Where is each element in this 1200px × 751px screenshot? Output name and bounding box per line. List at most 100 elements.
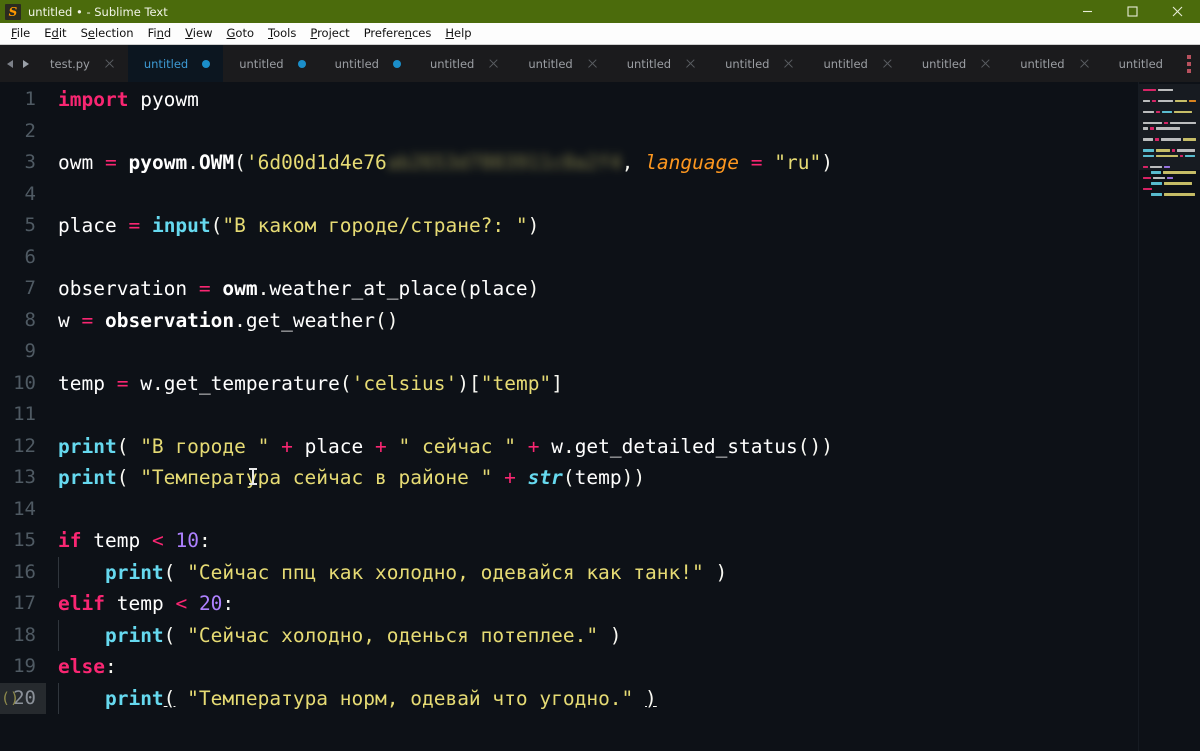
line-content[interactable]: place = input("В каком городе/стране?: "… <box>46 210 539 242</box>
indent-guide <box>58 556 59 588</box>
line-number: 1 <box>24 88 36 110</box>
tab-11[interactable]: untitled <box>1103 45 1178 82</box>
code-line[interactable]: 18 print( "Сейчас холодно, оденься потеп… <box>0 619 1138 651</box>
tab-label: untitled <box>143 56 189 71</box>
chevron-left-icon[interactable] <box>6 45 15 82</box>
code-line[interactable]: 15 if temp < 10: <box>0 525 1138 557</box>
close-tab-icon[interactable] <box>685 58 696 69</box>
tab-4[interactable]: untitled <box>414 45 512 82</box>
menu-selection[interactable]: Selection <box>74 24 141 43</box>
tab-9[interactable]: untitled <box>906 45 1004 82</box>
chevron-right-icon[interactable] <box>21 45 30 82</box>
tab-bar: test.py untitled untitled untitled untitled u… <box>0 45 1200 82</box>
code-line[interactable]: 7 observation = owm.weather_at_place(pla… <box>0 273 1138 305</box>
code-line[interactable]: 8 w = observation.get_weather() <box>0 305 1138 337</box>
menu-view[interactable]: View <box>178 24 219 43</box>
code-line[interactable]: 14 <box>0 494 1138 526</box>
menu-edit[interactable]: Edit <box>37 24 73 43</box>
tab-label: test.py <box>50 56 90 71</box>
close-tab-icon[interactable] <box>980 58 991 69</box>
close-tab-icon[interactable] <box>1079 58 1090 69</box>
tab-label: untitled <box>823 56 868 71</box>
minimize-button[interactable] <box>1065 0 1110 23</box>
line-content[interactable]: temp = w.get_temperature('celsius')["tem… <box>46 368 563 400</box>
tab-7[interactable]: untitled <box>709 45 807 82</box>
code-line[interactable]: 16 print( "Сейчас ппц как холодно, одева… <box>0 556 1138 588</box>
more-tabs-icon[interactable] <box>1178 45 1200 82</box>
line-content[interactable]: owm = pyowm.OWM('6d00d1d4e76ab2653d78039… <box>46 147 833 179</box>
code-line[interactable]: 19 else: <box>0 651 1138 683</box>
tab-3[interactable]: untitled <box>319 45 414 82</box>
code-line-current[interactable]: () 20 print( "Температура норм, одевай чт… <box>0 682 1138 714</box>
line-content[interactable] <box>46 494 70 526</box>
menu-file[interactable]: File <box>4 24 37 43</box>
close-tab-icon[interactable] <box>882 58 893 69</box>
line-content[interactable]: else: <box>46 651 117 683</box>
unsaved-dot-icon[interactable] <box>297 59 306 68</box>
line-content[interactable] <box>46 399 70 431</box>
line-content[interactable] <box>46 179 70 211</box>
line-number: () 20 <box>0 682 46 714</box>
line-content[interactable]: print( "Сейчас ппц как холодно, одевайся… <box>46 556 727 588</box>
editor-area: 1 import pyowm 2 3 owm = pyowm.OWM('6d00… <box>0 82 1200 751</box>
menu-project[interactable]: Project <box>303 24 356 43</box>
indent-guide <box>58 619 59 651</box>
menu-tools[interactable]: Tools <box>261 24 303 43</box>
code-line[interactable]: 4 <box>0 179 1138 211</box>
close-tab-icon[interactable] <box>587 58 598 69</box>
language-value: "ru" <box>774 151 822 174</box>
code-line[interactable]: 1 import pyowm <box>0 84 1138 116</box>
close-tab-icon[interactable] <box>104 58 115 69</box>
code-line[interactable]: 17 elif temp < 20: <box>0 588 1138 620</box>
code-line[interactable]: 11 <box>0 399 1138 431</box>
line-content[interactable]: print( "Температура норм, одевай что уго… <box>46 682 657 714</box>
close-tab-icon[interactable] <box>1177 58 1178 69</box>
unsaved-dot-icon[interactable] <box>202 59 211 68</box>
code-line[interactable]: 3 owm = pyowm.OWM('6d00d1d4e76ab2653d780… <box>0 147 1138 179</box>
maximize-button[interactable] <box>1110 0 1155 23</box>
line-content[interactable]: import pyowm <box>46 84 199 116</box>
line-content[interactable]: print( "В городе " + place + " сейчас " … <box>46 431 833 463</box>
line-content[interactable] <box>46 116 70 148</box>
line-content[interactable]: print( "Температура сейчас в районе " + … <box>46 462 645 494</box>
code-view[interactable]: 1 import pyowm 2 3 owm = pyowm.OWM('6d00… <box>0 82 1138 751</box>
menu-find[interactable]: Find <box>141 24 179 43</box>
line-number: 16 <box>13 560 36 583</box>
line-content[interactable]: elif temp < 20: <box>46 588 234 620</box>
line-number: 12 <box>13 434 36 457</box>
line-content[interactable] <box>46 336 70 368</box>
tab-6[interactable]: untitled <box>611 45 709 82</box>
menu-goto[interactable]: Goto <box>219 24 261 43</box>
code-line[interactable]: 5 place = input("В каком городе/стране?:… <box>0 210 1138 242</box>
code-line[interactable]: 9 <box>0 336 1138 368</box>
line-number: 6 <box>24 245 36 268</box>
line-number: 13 <box>13 466 36 488</box>
tab-2[interactable]: untitled <box>223 45 318 82</box>
close-button[interactable] <box>1155 0 1200 23</box>
code-line[interactable]: 12 print( "В городе " + place + " сейчас… <box>0 431 1138 463</box>
tab-1[interactable]: untitled <box>127 45 224 82</box>
close-tab-icon[interactable] <box>783 58 794 69</box>
line-content[interactable]: print( "Сейчас холодно, оденься потеплее… <box>46 619 622 651</box>
menu-preferences[interactable]: Preferences <box>357 24 439 43</box>
tab-5[interactable]: untitled <box>512 45 610 82</box>
line-content[interactable]: w = observation.get_weather() <box>46 305 399 337</box>
line-content[interactable] <box>46 242 70 274</box>
line-content[interactable]: if temp < 10: <box>46 525 211 557</box>
tab-label: untitled <box>429 56 475 71</box>
code-line[interactable]: 2 <box>0 116 1138 148</box>
code-line[interactable]: 6 <box>0 242 1138 274</box>
tab-label: untitled <box>239 56 284 71</box>
code-minimap[interactable] <box>1138 82 1200 751</box>
code-line[interactable]: 10 temp = w.get_temperature('celsius')["… <box>0 368 1138 400</box>
line-number: 15 <box>13 529 36 551</box>
tab-10[interactable]: untitled <box>1004 45 1102 82</box>
menu-help[interactable]: Help <box>438 24 478 43</box>
close-tab-icon[interactable] <box>488 58 499 69</box>
line-content[interactable]: observation = owm.weather_at_place(place… <box>46 273 539 305</box>
code-line[interactable]: 13 print( "Температура сейчас в районе "… <box>0 462 1138 494</box>
line-number: 17 <box>13 592 36 614</box>
tab-0[interactable]: test.py <box>34 45 128 82</box>
tab-8[interactable]: untitled <box>807 45 905 82</box>
unsaved-dot-icon[interactable] <box>392 59 401 68</box>
